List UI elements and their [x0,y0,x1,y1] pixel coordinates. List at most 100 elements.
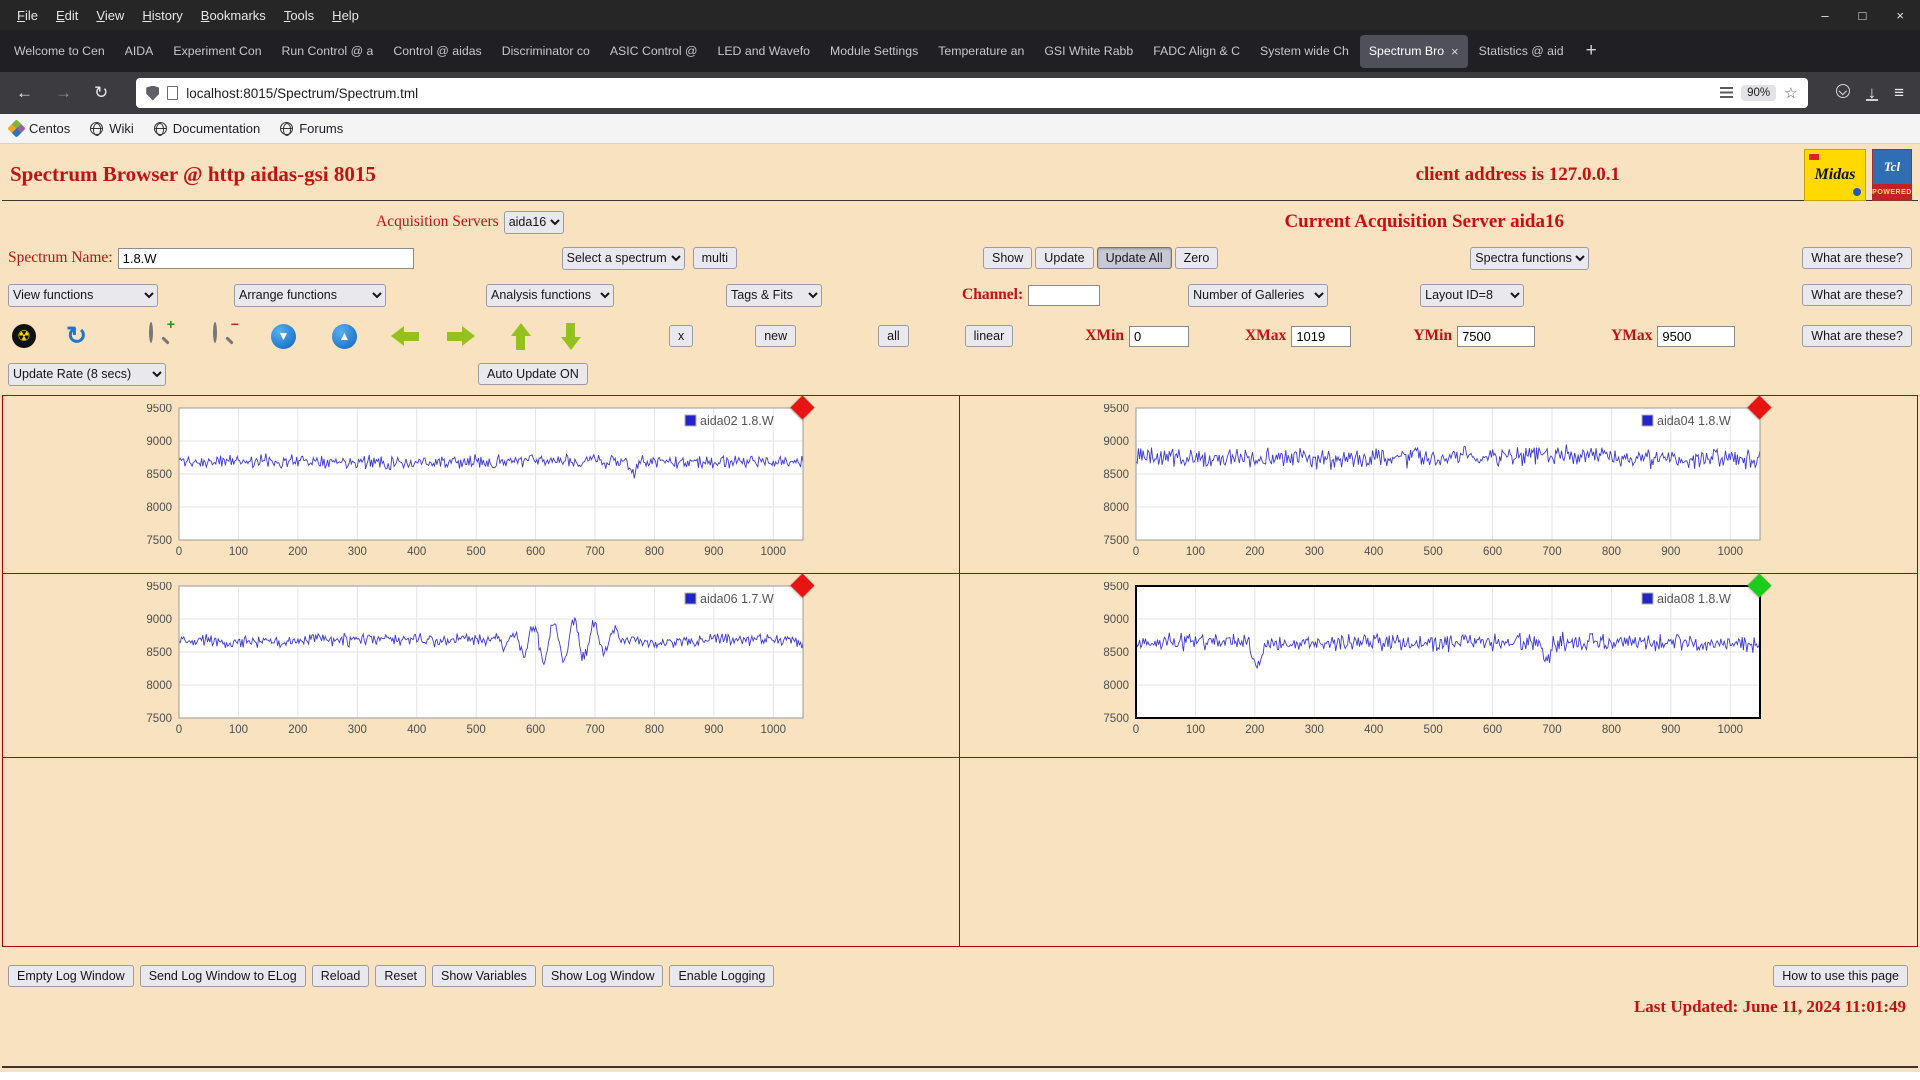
linear-button[interactable]: linear [964,325,1014,347]
svg-text:400: 400 [1364,724,1383,736]
number-of-galleries-dropdown[interactable]: Number of Galleries [1188,283,1329,307]
arrange-functions-dropdown[interactable]: Arrange functions [234,283,386,307]
svg-text:9500: 9500 [146,582,172,593]
green-arrow-right-icon[interactable] [446,326,475,346]
url-text[interactable]: localhost:8015/Spectrum/Spectrum.tml [186,86,418,101]
enable-logging-button[interactable]: Enable Logging [669,965,775,987]
tab-aida[interactable]: AIDA [116,35,163,68]
tab-asic-control[interactable]: ASIC Control @ [601,35,707,68]
how-to-use-button[interactable]: How to use this page [1773,965,1908,987]
menu-bookmarks[interactable]: Bookmarks [192,4,275,27]
menu-file[interactable]: File [8,4,47,27]
spectrum-chart-aida08[interactable]: 0 100 200 300 400 500 600 700 800 900 1000 7500 8000… [1078,581,1788,743]
navigation-toolbar: ← → ↻ localhost:8015/Spectrum/Spectrum.t… [0,72,1920,114]
downloads-icon[interactable]: ↓ [1865,84,1879,101]
xmin-input[interactable] [1128,325,1189,347]
auto-update-button[interactable]: Auto Update ON [478,363,588,385]
bookmark-documentation[interactable]: Documentation [153,121,260,136]
reload-button[interactable]: ↻ [88,83,114,103]
x-button[interactable]: x [668,325,694,347]
green-arrow-up-icon[interactable] [510,322,531,350]
zero-button[interactable]: Zero [1174,247,1219,269]
empty-log-window-button[interactable]: Empty Log Window [8,965,134,987]
spectrum-chart-aida04[interactable]: 0 100 200 300 400 500 600 700 800 900 1000 7500 8000… [1078,403,1788,565]
maximize-button[interactable]: □ [1859,8,1867,23]
update-button[interactable]: Update [1035,247,1094,269]
spectrum-chart-aida06[interactable]: 0 100 200 300 400 500 600 700 800 900 1000 7500 8000… [121,581,831,743]
blue-arrow-up-icon[interactable]: ▲ [331,323,357,349]
tab-control-aidas[interactable]: Control @ aidas [384,35,490,68]
tab-label: AIDA [124,44,154,58]
zoom-out-icon[interactable]: − [212,316,239,348]
what-are-these-button-1[interactable]: What are these? [1802,247,1912,269]
green-arrow-down-icon[interactable] [560,322,581,350]
what-are-these-button-2[interactable]: What are these? [1802,284,1912,306]
multi-button[interactable]: multi [692,247,738,269]
shield-icon[interactable] [146,85,160,101]
spectrum-chart-aida02[interactable]: 0 100 200 300 400 500 600 700 800 900 1000 7500 8000… [121,403,831,565]
spectra-functions-dropdown[interactable]: Spectra functions [1470,246,1590,270]
forward-button[interactable]: → [49,83,78,103]
menu-view[interactable]: View [87,4,133,27]
green-arrow-left-icon[interactable] [390,326,419,346]
app-menu-icon[interactable]: ≡ [1888,83,1910,103]
menu-edit[interactable]: Edit [47,4,87,27]
reader-mode-icon[interactable] [1720,86,1734,100]
tab-fadc-align-c[interactable]: FADC Align & C [1144,35,1249,68]
reset-button[interactable]: Reset [375,965,426,987]
show-log-window-button[interactable]: Show Log Window [541,965,664,987]
tab-label: LED and Wavefo [717,44,811,58]
analysis-functions-dropdown[interactable]: Analysis functions [486,283,614,307]
new-button[interactable]: new [755,325,797,347]
bookmark-wiki[interactable]: Wiki [90,121,134,136]
update-rate-dropdown[interactable]: Update Rate (8 secs) [8,362,166,386]
tab-spectrum-bro[interactable]: Spectrum Bro × [1359,34,1468,68]
pocket-icon[interactable] [1830,83,1856,103]
menu-help[interactable]: Help [323,4,368,27]
view-functions-dropdown[interactable]: View functions [8,283,158,307]
blue-arrow-down-icon[interactable]: ▼ [270,323,296,349]
tab-close-icon[interactable]: × [1451,44,1459,59]
close-button[interactable]: × [1896,8,1904,23]
update-all-button[interactable]: Update All [1096,247,1172,269]
reload-button[interactable]: Reload [311,965,370,987]
ymax-input[interactable] [1657,325,1736,347]
all-button[interactable]: all [878,325,909,347]
refresh-icon[interactable]: ↻ [66,324,87,349]
show-button[interactable]: Show [983,247,1033,269]
acquisition-server-dropdown[interactable]: aida16 [503,210,564,234]
spectrum-name-input[interactable] [117,247,414,269]
bookmark-star-icon[interactable]: ☆ [1784,84,1797,102]
menu-tools[interactable]: Tools [275,4,323,27]
tags-and-fits-dropdown[interactable]: Tags & Fits [726,283,822,307]
tab-welcome-to-cen[interactable]: Welcome to Cen [5,35,114,68]
tab-system-wide-ch[interactable]: System wide Ch [1251,35,1358,68]
url-bar[interactable]: localhost:8015/Spectrum/Spectrum.tml 90%… [136,78,1808,108]
tab-temperature-an[interactable]: Temperature an [929,35,1033,68]
radiation-icon[interactable]: ☢ [12,324,36,348]
select-a-spectrum-dropdown[interactable]: Select a spectrum [561,246,685,270]
new-tab-button[interactable]: + [1574,40,1609,62]
show-variables-button[interactable]: Show Variables [432,965,536,987]
what-are-these-button-3[interactable]: What are these? [1802,325,1912,347]
bookmark-forums[interactable]: Forums [280,121,343,136]
tab-run-control-a[interactable]: Run Control @ a [273,35,383,68]
minimize-button[interactable]: – [1821,8,1828,23]
tab-led-and-wavefo[interactable]: LED and Wavefo [709,35,820,68]
chart-canvas: 0 100 200 300 400 500 600 700 800 900 1000 7500 8000… [146,581,804,736]
ymin-input[interactable] [1457,325,1536,347]
tab-experiment-con[interactable]: Experiment Con [164,35,270,68]
zoom-level-badge[interactable]: 90% [1741,85,1777,101]
xmax-input[interactable] [1291,325,1352,347]
channel-input[interactable] [1028,284,1101,306]
send-log-window-to-elog-button[interactable]: Send Log Window to ELog [139,965,306,987]
zoom-in-icon[interactable]: + [148,316,175,348]
tab-discriminator-co[interactable]: Discriminator co [493,35,599,68]
tab-statistics-aid[interactable]: Statistics @ aid [1470,35,1573,68]
bookmark-centos[interactable]: Centos [7,119,70,138]
tab-module-settings[interactable]: Module Settings [821,35,927,68]
layout-id-dropdown[interactable]: Layout ID=8 [1420,283,1525,307]
back-button[interactable]: ← [10,83,39,103]
tab-gsi-white-rabb[interactable]: GSI White Rabb [1035,35,1142,68]
menu-history[interactable]: History [133,4,191,27]
